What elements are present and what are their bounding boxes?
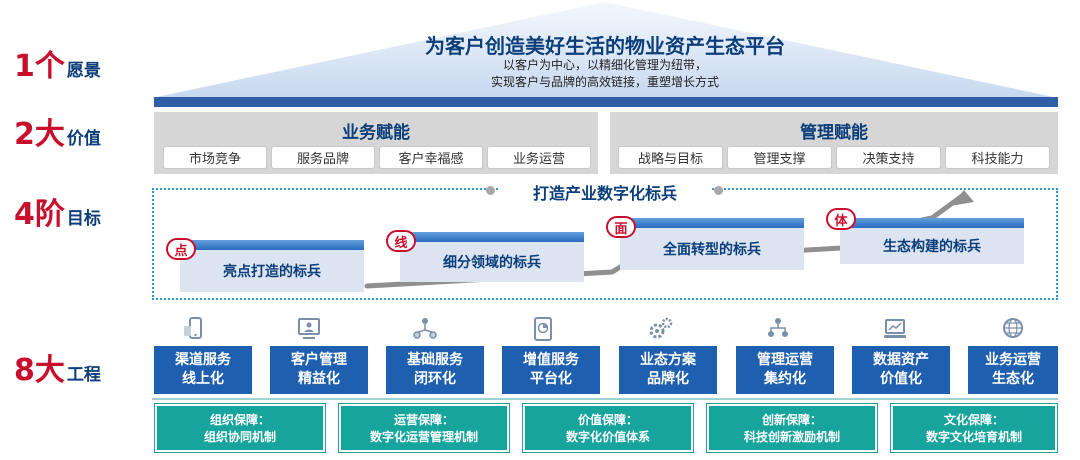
network-icon [413, 318, 437, 339]
goals-title: 打造产业数字化标兵 [500, 180, 710, 204]
gears-icon [649, 317, 673, 339]
goal-step-plane: 全面转型的标兵 [620, 218, 804, 270]
project-box: 渠道服务 线上化 [154, 346, 252, 394]
project-line2: 闭环化 [414, 371, 456, 387]
guarantee-box: 创新保障： 科技创新激励机制 [706, 403, 878, 453]
project-box: 数据资产 价值化 [852, 346, 950, 394]
project-line1: 渠道服务 [175, 352, 231, 368]
project-box: 业务运营 生态化 [968, 346, 1058, 394]
project-line2: 集约化 [764, 371, 806, 387]
value-title-business: 业务赋能 [342, 123, 410, 143]
step-top-bar [840, 218, 1024, 228]
guarantee-title: 价值保障： [577, 413, 638, 427]
row-label-text: 愿景 [66, 61, 101, 81]
project-box: 增值服务 平台化 [502, 346, 600, 394]
project-line1: 业务运营 [985, 352, 1041, 368]
project-line2: 平台化 [530, 371, 572, 387]
goal-badge: 线 [386, 230, 416, 252]
value-chip: 客户幸福感 [379, 146, 483, 169]
project-line2: 品牌化 [647, 371, 689, 387]
project-line1: 增值服务 [523, 352, 579, 368]
value-chip: 管理支撑 [727, 146, 832, 169]
goal-step-body: 生态构建的标兵 [840, 218, 1024, 264]
step-label: 全面转型的标兵 [620, 228, 804, 270]
row-label-number: 1个 [14, 49, 65, 84]
project-box: 业态方案 品牌化 [619, 346, 717, 394]
project-line2: 精益化 [298, 371, 340, 387]
goal-step-line: 细分领域的标兵 [400, 232, 584, 282]
row-label-values: 2大 价值 [14, 120, 101, 150]
project-box: 基础服务 闭环化 [386, 346, 484, 394]
goal-title-dot [486, 186, 495, 195]
guarantee-title: 文化保障： [943, 413, 1004, 427]
row-label-number: 4阶 [14, 197, 65, 232]
step-top-bar [620, 218, 804, 228]
project-line1: 数据资产 [873, 352, 929, 368]
value-title-management: 管理赋能 [800, 123, 868, 143]
step-label: 细分领域的标兵 [400, 242, 584, 282]
project-box: 管理运营 集约化 [736, 346, 834, 394]
laptop-chart-icon [884, 319, 906, 338]
value-chip: 市场竞争 [163, 146, 267, 169]
guarantee-box: 组织保障： 组织协同机制 [154, 403, 326, 453]
guarantee-detail: 科技创新激励机制 [743, 430, 840, 444]
guarantee-title: 组织保障： [209, 413, 270, 427]
project-line1: 管理运营 [757, 352, 813, 368]
project-line2: 价值化 [880, 371, 922, 387]
guarantee-title: 创新保障： [761, 413, 822, 427]
row-label-text: 价值 [66, 129, 101, 149]
projects-divider [152, 398, 1058, 400]
row-label-number: 2大 [14, 117, 65, 152]
row-label-vision: 1个 愿景 [14, 52, 101, 82]
goal-step-point: 亮点打造的标兵 [180, 240, 364, 292]
guarantee-box: 价值保障： 数字化价值体系 [522, 403, 694, 453]
goal-badge: 点 [166, 238, 196, 260]
row-label-text: 工程 [66, 365, 101, 385]
step-top-bar [180, 240, 364, 250]
project-line2: 线上化 [182, 371, 224, 387]
goal-title-dot [714, 186, 723, 195]
vision-roof-bar [154, 97, 1058, 107]
org-chart-icon [768, 318, 788, 337]
value-chip: 决策支持 [836, 146, 941, 169]
vision-title: 为客户创造美好生活的物业资产生态平台 [425, 34, 785, 58]
vision-subtitle-line2: 实现客户与品牌的高效链接，重塑增长方式 [490, 75, 719, 89]
tablet-chart-icon [534, 317, 552, 341]
row-label-text: 目标 [66, 209, 101, 229]
row-label-number: 8大 [14, 353, 65, 388]
goal-badge: 面 [606, 216, 636, 238]
project-line1: 基础服务 [407, 352, 463, 368]
guarantee-box: 文化保障： 数字文化培育机制 [890, 403, 1058, 453]
value-chip: 业务运营 [487, 146, 591, 169]
project-box: 客户管理 精益化 [270, 346, 368, 394]
step-label: 亮点打造的标兵 [180, 250, 364, 292]
value-chip: 科技能力 [945, 146, 1050, 169]
globe-icon [1003, 318, 1023, 338]
project-line1: 客户管理 [291, 352, 347, 368]
value-chip: 战略与目标 [618, 146, 723, 169]
guarantee-box: 运营保障： 数字化运营管理机制 [338, 403, 510, 453]
project-line1: 业态方案 [640, 352, 696, 368]
guarantee-detail: 数字化价值体系 [565, 430, 650, 444]
step-top-bar [400, 232, 584, 242]
guarantee-detail: 数字化运营管理机制 [369, 430, 478, 444]
guarantee-detail: 数字文化培育机制 [925, 430, 1022, 444]
vision-subtitle-line1: 以客户为中心，以精细化管理为纽带， [502, 58, 707, 72]
step-label: 生态构建的标兵 [840, 228, 1024, 264]
phone-icon [184, 317, 202, 339]
monitor-user-icon [298, 318, 320, 339]
project-line2: 生态化 [992, 371, 1034, 387]
goal-badge: 体 [826, 208, 856, 230]
guarantee-detail: 组织协同机制 [203, 430, 276, 444]
guarantee-title: 运营保障： [393, 413, 454, 427]
row-label-goals: 4阶 目标 [14, 200, 101, 230]
value-chip: 服务品牌 [271, 146, 375, 169]
row-label-projects: 8大 工程 [14, 356, 101, 386]
